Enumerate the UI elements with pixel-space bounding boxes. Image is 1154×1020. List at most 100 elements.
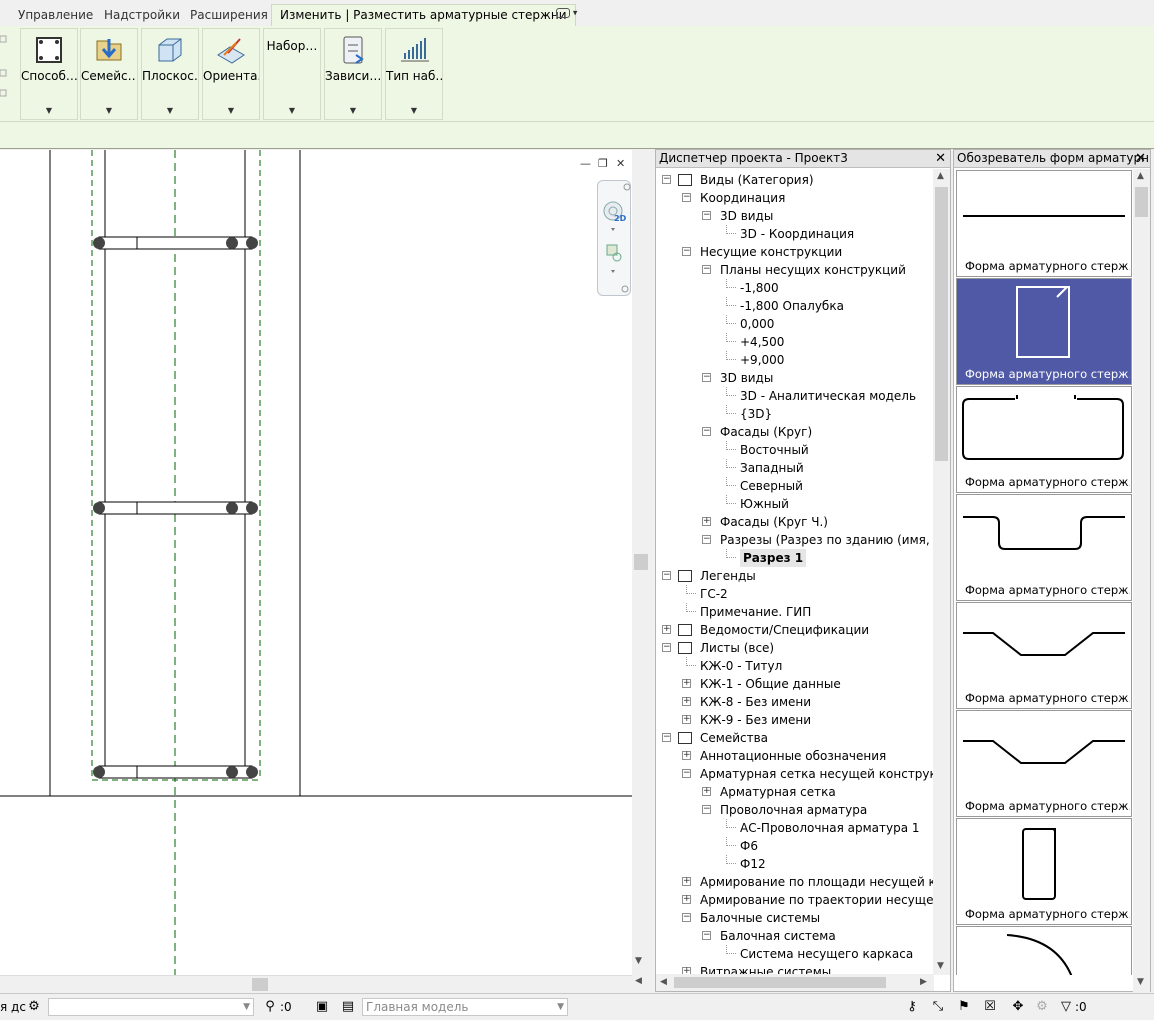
rebar-shape-tile[interactable]: Форма арматурного стерж… xyxy=(956,710,1132,817)
family-button[interactable]: Семейс… ▼ xyxy=(80,28,138,120)
collapse-icon[interactable]: − xyxy=(702,535,711,544)
expand-icon[interactable]: + xyxy=(682,697,691,706)
collapse-icon[interactable]: − xyxy=(682,193,691,202)
collapse-icon[interactable]: − xyxy=(702,373,711,382)
tree-item[interactable]: + Арматурная сетка xyxy=(656,783,934,801)
tab-addins[interactable]: Надстройки xyxy=(96,5,188,26)
drawing-vertical-scrollbar[interactable]: ▼ ◀ xyxy=(632,150,650,992)
tree-item[interactable]: АС-Проволочная арматура 1 xyxy=(656,819,934,837)
set-button[interactable]: Набор… ▼ xyxy=(263,28,321,120)
tree-item[interactable]: − Координация xyxy=(656,189,934,207)
tree-item[interactable]: Система несущего каркаса xyxy=(656,945,934,963)
tree-item[interactable]: Ф6 xyxy=(656,837,934,855)
scroll-left-arrow-icon[interactable]: ◀ xyxy=(635,976,642,986)
tree-item[interactable]: Западный xyxy=(656,459,934,477)
rebar-shape-tile[interactable]: Форма арматурного стерж… xyxy=(956,386,1132,493)
collapse-icon[interactable]: − xyxy=(682,913,691,922)
workset-selector[interactable]: ▼ xyxy=(48,998,254,1016)
expand-icon[interactable]: + xyxy=(682,877,691,886)
filter-funnel-icon[interactable]: ▽ xyxy=(1058,999,1074,1015)
collapse-icon[interactable]: − xyxy=(702,427,711,436)
worksets-icon[interactable]: ⚙ xyxy=(26,999,42,1015)
tree-item[interactable]: − Планы несущих конструкций xyxy=(656,261,934,279)
view-close-button[interactable]: ✕ xyxy=(616,157,625,170)
collapse-icon[interactable]: − xyxy=(662,175,671,184)
select-pinned-icon[interactable]: ⚑ xyxy=(956,999,972,1015)
tree-item[interactable]: +4,500 xyxy=(656,333,934,351)
tree-item[interactable]: − Виды (Категория) xyxy=(656,171,934,189)
expand-icon[interactable]: + xyxy=(702,787,711,796)
drawing-horizontal-scrollbar[interactable] xyxy=(0,975,632,992)
scroll-left-arrow-icon[interactable]: ◀ xyxy=(660,977,667,987)
select-by-face-icon[interactable]: ☒ xyxy=(982,999,998,1015)
collapse-icon[interactable]: − xyxy=(702,805,711,814)
collapse-icon[interactable]: − xyxy=(662,643,671,652)
tab-extensions[interactable]: Расширения xyxy=(182,5,276,26)
collapse-icon[interactable]: − xyxy=(682,769,691,778)
collapse-icon[interactable]: − xyxy=(662,571,671,580)
view-restore-button[interactable]: ❐ xyxy=(598,157,608,170)
rebar-row-top[interactable] xyxy=(93,236,258,250)
tree-item[interactable]: + Фасады (Круг Ч.) xyxy=(656,513,934,531)
scroll-thumb[interactable] xyxy=(634,554,648,570)
rebar-shape-tile[interactable]: Форма арматурного стерж… xyxy=(956,278,1132,385)
project-browser-scrollbar[interactable]: ▲ ▼ xyxy=(933,169,950,975)
scroll-up-arrow-icon[interactable]: ▲ xyxy=(937,171,944,181)
scroll-down-arrow-icon[interactable]: ▼ xyxy=(937,961,944,971)
tree-item[interactable]: + Армирование по траектории несущей ко xyxy=(656,891,934,909)
tree-item[interactable]: −3D виды xyxy=(656,207,934,225)
tab-modify-place-rebar[interactable]: Изменить | Разместить арматурные стержни xyxy=(271,4,576,26)
background-processes-icon[interactable]: ⚙ xyxy=(1034,999,1050,1015)
tree-item[interactable]: − Фасады (Круг) xyxy=(656,423,934,441)
scroll-down-arrow-icon[interactable]: ▼ xyxy=(1137,977,1144,987)
plane-button[interactable]: Плоскос… ▼ xyxy=(141,28,199,120)
filter-icon[interactable]: ⚲ xyxy=(262,999,278,1015)
tree-item[interactable]: − Проволочная арматура xyxy=(656,801,934,819)
expand-icon[interactable]: + xyxy=(682,679,691,688)
expand-icon[interactable]: + xyxy=(682,715,691,724)
tree-item[interactable]: 3D - Аналитическая модель xyxy=(656,387,934,405)
drag-elements-icon[interactable]: ✥ xyxy=(1010,999,1026,1015)
placement-method-button[interactable]: Способ… ▼ xyxy=(20,28,78,120)
tree-item[interactable]: Северный xyxy=(656,477,934,495)
scroll-thumb[interactable] xyxy=(1135,187,1148,217)
tree-item[interactable]: − Балочные системы xyxy=(656,909,934,927)
tree-item[interactable]: ГС-2 xyxy=(656,585,934,603)
tree-item[interactable]: − Легенды xyxy=(656,567,934,585)
scroll-thumb[interactable] xyxy=(252,978,268,991)
rebar-shape-tile[interactable]: Форма арматурного стерж… xyxy=(956,818,1132,925)
rebar-set-type-button[interactable]: Тип наб… ▼ xyxy=(385,28,443,120)
tree-item[interactable]: + КЖ-1 - Общие данные xyxy=(656,675,934,693)
collapse-icon[interactable]: − xyxy=(702,211,711,220)
design-options-icon[interactable]: ▤ xyxy=(340,999,356,1015)
rebar-shape-tile[interactable]: Форма арматурного стерж… xyxy=(956,494,1132,601)
expand-icon[interactable]: + xyxy=(702,517,711,526)
scroll-right-arrow-icon[interactable]: ▶ xyxy=(920,977,927,987)
view-minimize-button[interactable]: — xyxy=(580,157,591,170)
expand-icon[interactable]: + xyxy=(682,895,691,904)
close-icon[interactable]: ✕ xyxy=(935,150,946,167)
tree-item[interactable]: − Листы (все) xyxy=(656,639,934,657)
tree-item[interactable]: + КЖ-8 - Без имени xyxy=(656,693,934,711)
ribbon-collapsed-tools[interactable] xyxy=(0,30,10,110)
tree-item[interactable]: + Аннотационные обозначения xyxy=(656,747,934,765)
select-underlay-icon[interactable]: ⤡ xyxy=(930,999,946,1015)
tree-item[interactable]: +9,000 xyxy=(656,351,934,369)
scroll-thumb[interactable] xyxy=(674,977,886,988)
tree-item[interactable]: Примечание. ГИП xyxy=(656,603,934,621)
tree-item[interactable]: 3D - Координация xyxy=(656,225,934,243)
tree-item[interactable]: -1,800 xyxy=(656,279,934,297)
collapse-icon[interactable]: − xyxy=(682,247,691,256)
rebar-row-bottom[interactable] xyxy=(93,765,258,779)
tree-item[interactable]: − Семейства xyxy=(656,729,934,747)
tree-item[interactable]: + КЖ-9 - Без имени xyxy=(656,711,934,729)
ribbon-display-toggle[interactable]: ▾ xyxy=(556,8,577,19)
tree-item[interactable]: {3D} xyxy=(656,405,934,423)
collapse-icon[interactable]: − xyxy=(702,265,711,274)
scroll-up-arrow-icon[interactable]: ▲ xyxy=(1137,171,1144,181)
tree-item[interactable]: Южный xyxy=(656,495,934,513)
tree-item[interactable]: КЖ-0 - Титул xyxy=(656,657,934,675)
rebar-shape-tile[interactable]: Форма арматурного стерж… xyxy=(956,602,1132,709)
expand-icon[interactable]: + xyxy=(662,625,671,634)
scroll-thumb[interactable] xyxy=(935,187,948,461)
